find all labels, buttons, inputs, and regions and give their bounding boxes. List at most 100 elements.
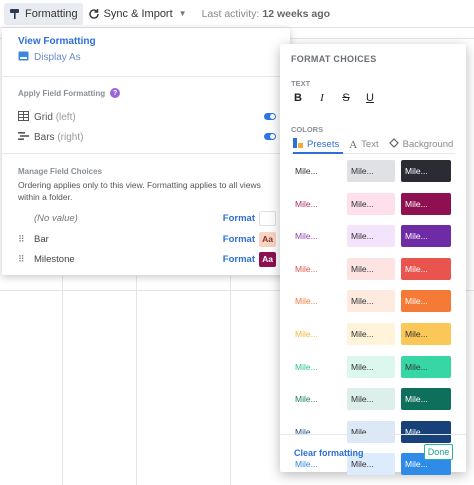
preset-light[interactable]: Mile... <box>347 257 395 280</box>
format-link[interactable]: Format <box>223 213 255 224</box>
bars-toggle[interactable] <box>264 133 276 140</box>
preset-dark[interactable]: Mile... <box>401 160 451 182</box>
preset-light[interactable]: Mile... <box>347 192 395 215</box>
preset-row: Mile... Mile... Mile... <box>291 388 455 411</box>
grid-row: Grid (left) <box>18 111 76 124</box>
paint-bucket-icon <box>388 138 399 151</box>
help-icon[interactable]: ? <box>110 88 121 98</box>
preset-row: Mile... Mile... Mile... <box>291 420 455 443</box>
preset-row: Mile... Mile... Mile... <box>291 290 455 313</box>
bold-button[interactable]: B <box>292 92 304 104</box>
preset-dark[interactable]: Mile... <box>401 290 451 313</box>
preset-dark[interactable]: Mile... <box>401 323 451 345</box>
preset-light[interactable]: Mile... <box>347 225 395 248</box>
display-as-label: Display As <box>34 52 81 63</box>
sync-import-label: Sync & Import <box>103 7 173 20</box>
divider <box>280 434 466 435</box>
preset-dark[interactable]: Mile... <box>401 192 451 215</box>
grid-line <box>136 276 137 485</box>
tab-presets[interactable]: Presets <box>293 138 339 151</box>
field-choice-name: Bar <box>34 233 49 245</box>
preset-text-only[interactable]: Mile... <box>291 225 339 247</box>
colors-section-label: COLORS <box>291 125 324 134</box>
grid-toggle[interactable] <box>264 113 276 120</box>
preset-text-only[interactable]: Mile... <box>291 193 339 215</box>
drag-handle-icon[interactable]: ⠿ <box>18 254 26 265</box>
manage-description: Ordering applies only to this view. Form… <box>18 180 261 202</box>
preset-text-only[interactable]: Mile... <box>291 356 339 378</box>
format-link[interactable]: Format <box>223 254 255 265</box>
grid-sub: (left) <box>55 112 76 123</box>
preset-dark[interactable]: Mile... <box>401 420 451 443</box>
tab-text[interactable]: A Text <box>349 139 378 151</box>
preset-text-only[interactable]: Mile... <box>291 290 339 312</box>
underline-button[interactable]: U <box>364 92 376 104</box>
tab-presets-label: Presets <box>307 139 340 150</box>
grid-label: Grid <box>34 112 53 123</box>
bars-label: Bars <box>34 132 55 143</box>
last-activity-label: Last activity: <box>201 7 260 20</box>
text-section-label: TEXT <box>291 79 311 88</box>
preset-light[interactable]: Mile... <box>347 355 395 378</box>
preset-dark[interactable]: Mile... <box>401 257 451 280</box>
drag-handle-icon[interactable]: ⠿ <box>18 234 26 245</box>
preset-light[interactable]: Mile... <box>347 323 395 345</box>
bars-sub: (right) <box>57 132 84 143</box>
preset-dark[interactable]: Mile... <box>401 355 451 378</box>
clear-formatting-link[interactable]: Clear formatting <box>294 448 364 458</box>
formatting-button[interactable]: Formatting <box>4 2 83 25</box>
top-toolbar: Formatting Sync & Import ▼ Last activity… <box>0 0 474 28</box>
tab-text-label: Text <box>361 139 379 150</box>
divider <box>2 153 290 154</box>
preset-dark[interactable]: Mile... <box>401 225 451 248</box>
preset-light[interactable]: Mile... <box>347 290 395 313</box>
strikethrough-button[interactable]: S <box>340 92 352 104</box>
preset-light[interactable]: Mile... <box>347 420 395 443</box>
preset-row: Mile... Mile... Mile... <box>291 225 455 248</box>
manage-field-choices-label: Manage Field Choices <box>18 167 103 176</box>
preset-row: Mile... Mile... Mile... <box>291 160 455 182</box>
color-tabs: Presets A Text Background <box>293 138 453 151</box>
field-choice-name: (No value) <box>34 212 78 224</box>
preset-text-only[interactable]: Mile... <box>291 258 339 280</box>
preset-text-only[interactable]: Mile... <box>291 421 339 443</box>
preset-text-only[interactable]: Mile... <box>291 323 339 345</box>
preset-light[interactable]: Mile... <box>347 388 395 411</box>
sync-icon <box>88 8 100 20</box>
format-swatch[interactable] <box>259 210 276 226</box>
text-tools: B I S U <box>292 92 376 104</box>
view-formatting-link[interactable]: View Formatting <box>18 36 96 47</box>
field-choice-name: Milestone <box>34 253 75 265</box>
format-link[interactable]: Format <box>223 234 255 245</box>
tab-background-label: Background <box>402 139 454 150</box>
format-choices-panel: FORMAT CHOICES TEXT B I S U COLORS Prese… <box>280 44 466 476</box>
preset-dark[interactable]: Mile... <box>401 388 451 411</box>
grid-line <box>230 276 231 485</box>
presets-icon <box>293 138 303 151</box>
tab-background[interactable]: Background <box>388 138 454 151</box>
done-button[interactable]: Done <box>424 444 453 460</box>
sync-import-button[interactable]: Sync & Import ▼ <box>83 3 192 25</box>
italic-button[interactable]: I <box>316 92 328 104</box>
preset-light[interactable]: Mile... <box>347 160 395 182</box>
display-as-link[interactable]: Display As <box>18 51 81 64</box>
bars-icon <box>18 131 29 144</box>
format-choices-title: FORMAT CHOICES <box>291 54 377 64</box>
paint-roller-icon <box>9 8 21 20</box>
grid-icon <box>18 111 29 124</box>
format-swatch[interactable]: Aa <box>259 231 276 247</box>
grid-line <box>62 276 63 485</box>
view-formatting-panel: View Formatting Display As Apply Field F… <box>2 28 290 275</box>
formatting-label: Formatting <box>25 7 78 20</box>
apply-field-formatting-title: Apply Field Formatting ? <box>18 88 121 98</box>
preset-row: Mile... Mile... Mile... <box>291 192 455 215</box>
format-swatch[interactable]: Aa <box>259 251 276 267</box>
preset-text-only[interactable]: Mile... <box>291 388 339 410</box>
preset-text-only[interactable]: Mile... <box>291 160 339 182</box>
preset-row: Mile... Mile... Mile... <box>291 355 455 378</box>
chevron-down-icon: ▼ <box>178 9 187 18</box>
field-choice-row: ⠿ Milestone Format Aa <box>18 250 276 268</box>
last-activity-value: 12 weeks ago <box>262 7 331 20</box>
text-color-icon: A <box>349 138 358 151</box>
manage-field-choices-title: Manage Field Choices <box>18 167 102 176</box>
